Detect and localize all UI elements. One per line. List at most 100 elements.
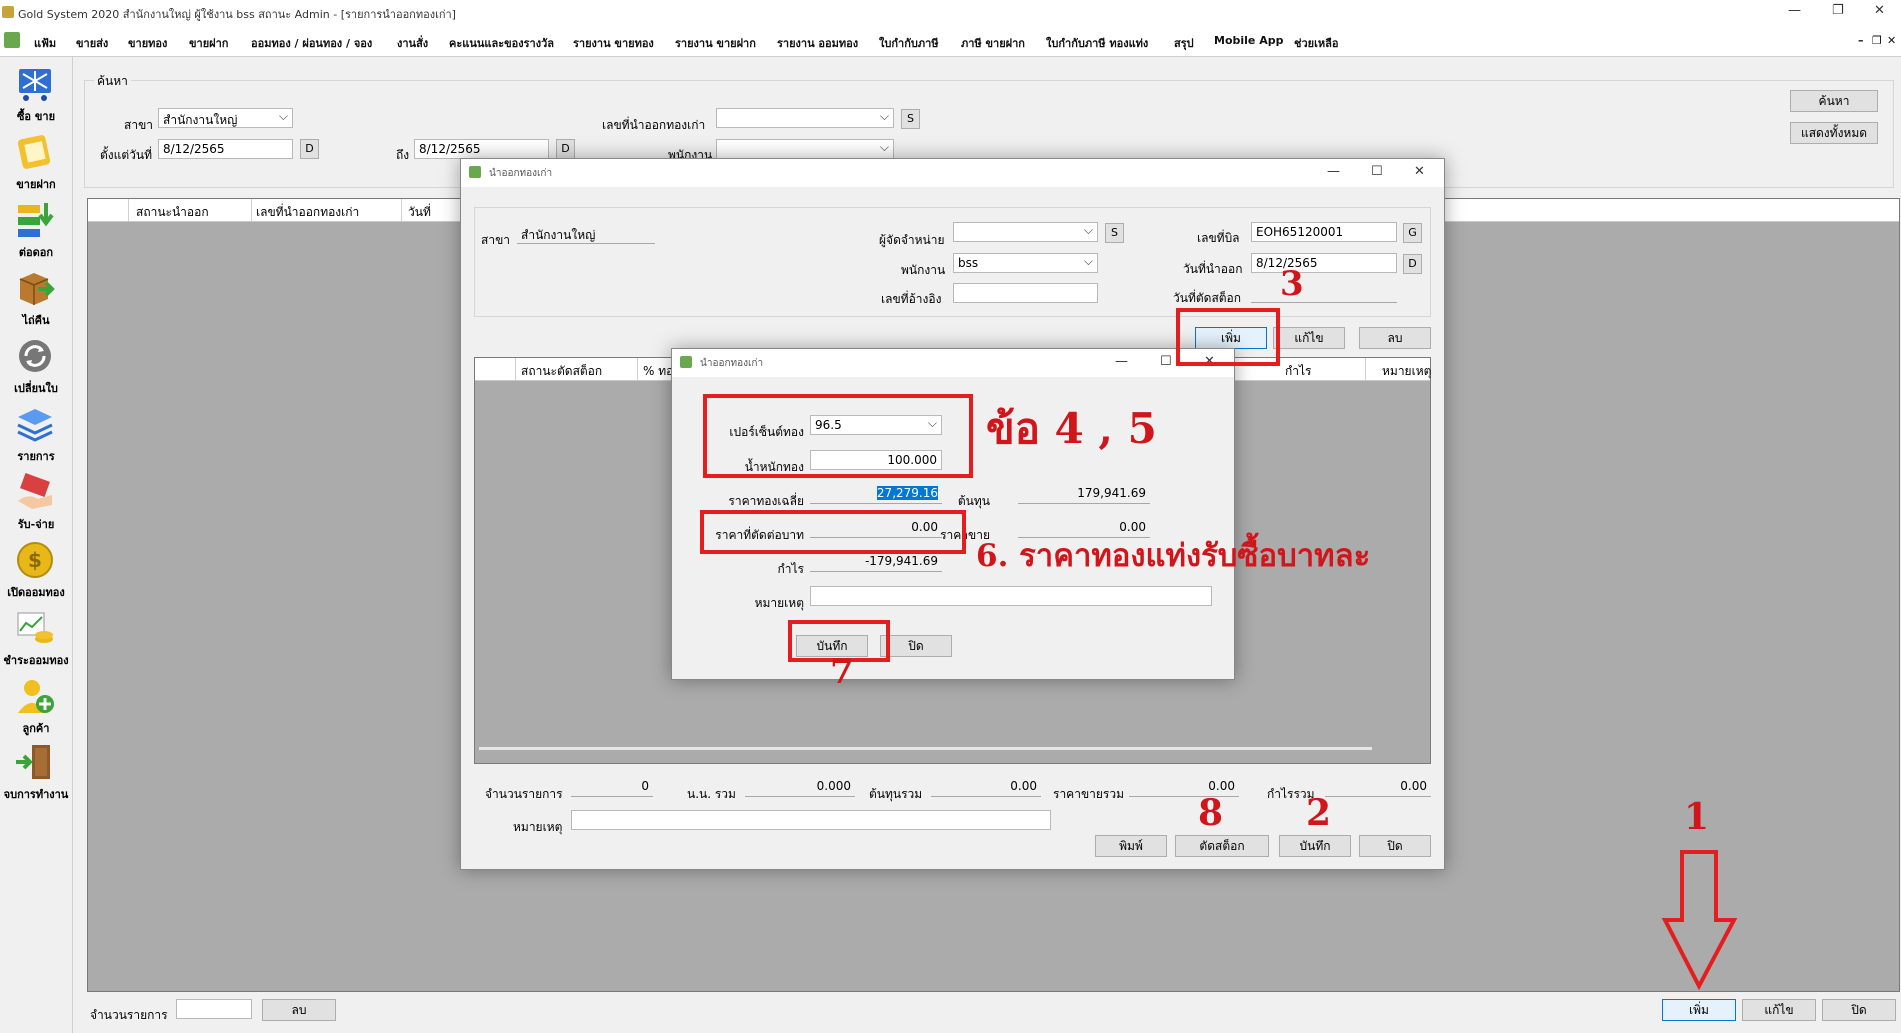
to-date-picker-button[interactable]: D: [556, 139, 575, 159]
sidebar-item-receive-pay[interactable]: รับ-จ่าย: [0, 471, 72, 535]
export-item-dialog-title: นำออกทองเก่า: [700, 358, 764, 369]
annotation-step-3: 3: [1280, 264, 1304, 304]
sidebar-item-pawn[interactable]: ขายฝาก: [0, 131, 72, 195]
dialog-save-button[interactable]: บันทึก: [1279, 835, 1351, 857]
menu-report-savings[interactable]: รายงาน ออมทอง: [777, 34, 858, 52]
sidebar-item-redeem[interactable]: ไถ่คืน: [0, 267, 72, 331]
dialog-employee-select[interactable]: bss: [953, 253, 1098, 273]
menu-points[interactable]: คะแนนและของรางวัล: [449, 34, 554, 52]
doc-no-select[interactable]: [716, 108, 894, 128]
col-doc-no[interactable]: เลขที่นำออกทองเก่า: [256, 203, 359, 222]
annotation-step-6: 6. ราคาทองแท่งรับซื้อบาทละ: [976, 538, 1371, 574]
exit-door-icon: [16, 745, 50, 779]
item-close-button[interactable]: ปิด: [880, 635, 952, 657]
out-date-field[interactable]: 8/12/2565: [1251, 253, 1397, 273]
record-count-field: [176, 999, 252, 1019]
from-date-field[interactable]: 8/12/2565: [158, 139, 293, 159]
sidebar-item-pay-savings[interactable]: ชำระออมทอง: [0, 607, 72, 671]
item-dialog-maximize-icon[interactable]: ☐: [1160, 354, 1172, 369]
restore-icon[interactable]: ❐: [1832, 3, 1844, 18]
sidebar-item-label: รับ-จ่าย: [17, 518, 55, 531]
bill-no-field[interactable]: EOH65120001: [1251, 222, 1397, 242]
mdi-close-icon[interactable]: ✕: [1887, 34, 1896, 47]
sidebar-item-label: ต่อดอก: [18, 246, 54, 259]
bill-no-generate-button[interactable]: G: [1403, 223, 1422, 243]
menu-summary[interactable]: สรุป: [1174, 34, 1194, 52]
branch-select[interactable]: สำนักงานใหญ่: [158, 108, 293, 128]
menu-sell-gold[interactable]: ขายทอง: [128, 34, 167, 52]
item-note-label: หมายเหตุ: [754, 596, 804, 610]
dialog-minimize-icon[interactable]: —: [1327, 164, 1340, 179]
show-all-button[interactable]: แสดงทั้งหมด: [1790, 122, 1878, 144]
print-button[interactable]: พิมพ์: [1095, 835, 1167, 857]
box-arrow-icon: [19, 273, 55, 305]
close-button[interactable]: ปิด: [1822, 999, 1896, 1021]
sidebar-item-extend[interactable]: ต่อดอก: [0, 199, 72, 263]
dialog-note-field[interactable]: [571, 810, 1051, 830]
sidebar-item-list[interactable]: รายการ: [0, 403, 72, 467]
cost-field: 179,941.69: [1018, 484, 1150, 504]
grid-hscrollbar[interactable]: [479, 747, 1372, 750]
menu-wholesale[interactable]: ขายส่ง: [76, 34, 108, 52]
distributor-select[interactable]: [953, 222, 1098, 242]
doc-no-search-button[interactable]: S: [901, 109, 920, 129]
close-icon[interactable]: ✕: [1874, 3, 1885, 18]
col-profit[interactable]: กำไร: [1285, 362, 1311, 381]
menu-pawn-tax[interactable]: ภาษี ขายฝาก: [961, 34, 1025, 52]
dialog-maximize-icon[interactable]: ☐: [1371, 164, 1383, 179]
sidebar-item-customer[interactable]: ลูกค้า: [0, 675, 72, 739]
employee-select[interactable]: [716, 139, 894, 159]
dialog-close-button[interactable]: ปิด: [1359, 835, 1431, 857]
mdi-restore-icon[interactable]: ❐: [1872, 34, 1882, 47]
dialog-delete-item-button[interactable]: ลบ: [1359, 327, 1431, 349]
menu-report-sales[interactable]: รายงาน ขายทอง: [573, 34, 654, 52]
menu-file[interactable]: แฟ้ม: [34, 34, 56, 52]
out-date-picker-button[interactable]: D: [1403, 254, 1422, 274]
minimize-icon[interactable]: —: [1788, 3, 1801, 18]
annotation-box-percent-weight: [703, 394, 973, 478]
sidebar-item-open-savings[interactable]: $ เปิดออมทอง: [0, 539, 72, 603]
col-cut-status[interactable]: สถานะตัดสต็อก: [521, 362, 602, 381]
delete-button[interactable]: ลบ: [262, 999, 336, 1021]
mdi-minimize-icon[interactable]: –: [1858, 34, 1864, 47]
annotation-step-1: 1: [1684, 796, 1710, 838]
menu-pawn[interactable]: ขายฝาก: [189, 34, 228, 52]
menu-gold-bar-tax[interactable]: ใบกำกับภาษี ทองแท่ง: [1046, 34, 1148, 52]
total-sell-label: ราคาขายรวม: [1053, 787, 1125, 801]
col-out-status[interactable]: สถานะนำออก: [136, 203, 209, 222]
sidebar-item-label: ไถ่คืน: [22, 314, 50, 327]
menu-help[interactable]: ช่วยเหลือ: [1294, 34, 1338, 52]
sidebar-item-label: ขายฝาก: [16, 178, 56, 191]
app-icon: [2, 6, 14, 18]
export-gold-dialog-title: นำออกทองเก่า: [489, 168, 553, 179]
cut-stock-button[interactable]: ตัดสต็อก: [1175, 835, 1269, 857]
app-menu-icon[interactable]: [4, 32, 20, 48]
from-date-label: ตั้งแต่วันที่: [100, 148, 153, 162]
add-button[interactable]: เพิ่ม: [1662, 999, 1736, 1021]
to-date-field[interactable]: 8/12/2565: [414, 139, 549, 159]
dialog-app-icon: [680, 356, 692, 368]
edit-button[interactable]: แก้ไข: [1742, 999, 1816, 1021]
menu-bar: แฟ้ม ขายส่ง ขายทอง ขายฝาก ออมทอง / ผ่อนท…: [0, 26, 1901, 57]
menu-tax-invoice[interactable]: ใบกำกับภาษี: [879, 34, 939, 52]
dialog-close-icon[interactable]: ✕: [1414, 164, 1425, 179]
col-note[interactable]: หมายเหตุ: [1382, 362, 1431, 381]
annotation-box-cut-price: [700, 510, 966, 554]
menu-orders[interactable]: งานสั่ง: [397, 34, 428, 52]
menu-mobile-app[interactable]: Mobile App: [1214, 34, 1283, 47]
sidebar-item-renew[interactable]: เปลี่ยนใบ: [0, 335, 72, 399]
sidebar-item-exit[interactable]: จบการทำงาน: [0, 741, 72, 805]
dialog-edit-item-button[interactable]: แก้ไข: [1273, 327, 1345, 349]
menu-report-pawn[interactable]: รายงาน ขายฝาก: [675, 34, 756, 52]
search-button[interactable]: ค้นหา: [1790, 90, 1878, 112]
menu-savings[interactable]: ออมทอง / ผ่อนทอง / จอง: [251, 34, 372, 52]
col-percent[interactable]: % ทอ: [643, 362, 673, 381]
ref-no-field[interactable]: [953, 283, 1098, 303]
item-note-field[interactable]: [810, 586, 1212, 606]
item-dialog-minimize-icon[interactable]: —: [1115, 354, 1128, 369]
total-weight-label: น.น. รวม: [687, 787, 736, 801]
from-date-picker-button[interactable]: D: [300, 139, 319, 159]
sidebar-item-buy-sell[interactable]: ซื้อ ขาย: [0, 63, 72, 127]
distributor-search-button[interactable]: S: [1105, 223, 1124, 243]
col-date[interactable]: วันที่: [408, 203, 431, 222]
